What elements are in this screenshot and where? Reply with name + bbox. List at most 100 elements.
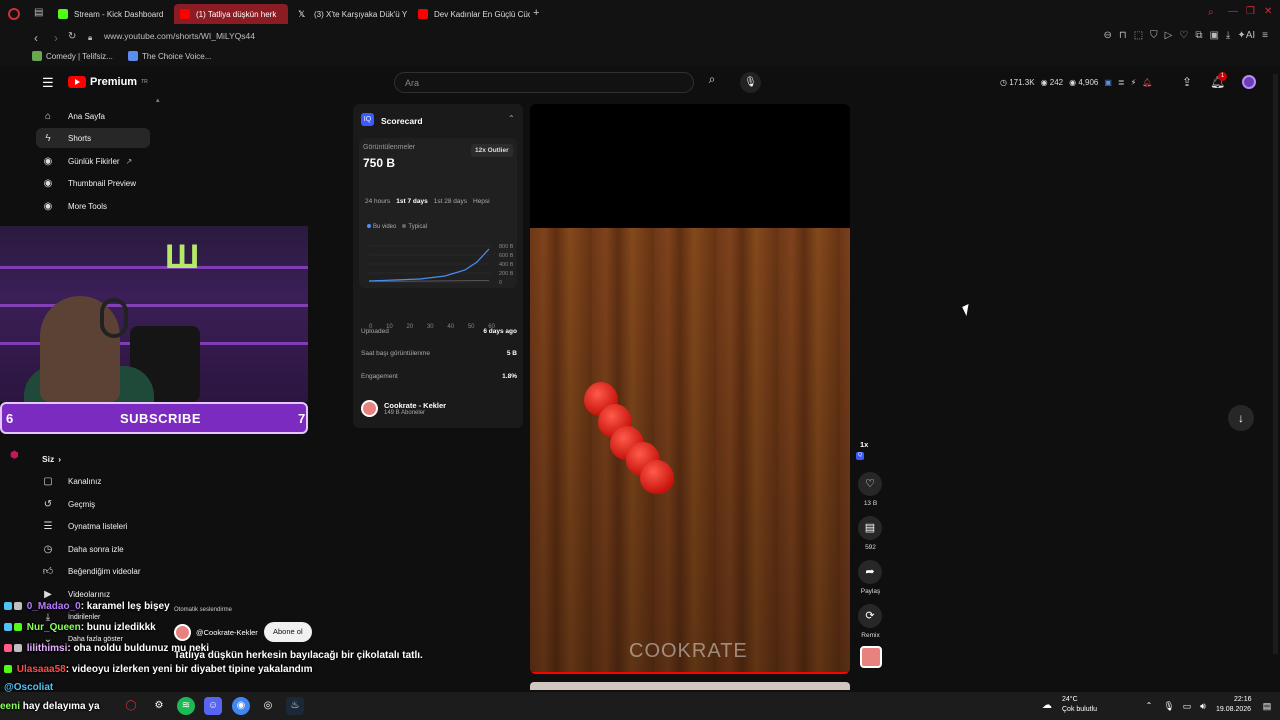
opera-taskbar-icon[interactable]: ◯: [122, 697, 140, 715]
sidebar-item-daily-ideas[interactable]: ◉ Günlük Fikirler ↗: [36, 151, 150, 171]
next-short-preview[interactable]: [530, 682, 850, 690]
clock-time[interactable]: 22:16: [1234, 696, 1252, 703]
bookmark-choice-voice[interactable]: The Choice Voice...: [128, 51, 211, 61]
channel-avatar[interactable]: [174, 624, 191, 641]
sidebar-item-liked-videos[interactable]: 👍︎ Beğendiğim videolar: [36, 561, 141, 581]
play-icon[interactable]: ▷: [1165, 30, 1173, 41]
bolt-icon[interactable]: ⚡︎: [1131, 78, 1137, 87]
sound-thumbnail[interactable]: [860, 646, 882, 668]
sidebar-item-playlists[interactable]: ☰ Oynatma listeleri: [36, 516, 128, 536]
sidebar-item-your-channel[interactable]: ▢ Kanalınız: [36, 471, 101, 491]
headphones-icon: [100, 298, 128, 338]
sidebar-item-home[interactable]: ⌂ Ana Sayfa: [36, 106, 150, 126]
hamburger-menu-icon[interactable]: ☰: [42, 75, 54, 91]
share-icon[interactable]: ➦: [858, 560, 882, 584]
vidiq-mini-icon: Q: [856, 452, 864, 460]
puzzle-icon[interactable]: ⧉: [1195, 30, 1202, 41]
back-icon[interactable]: ‹: [34, 31, 38, 45]
comment-icon[interactable]: ▤: [858, 516, 882, 540]
spotify-icon[interactable]: ≋: [177, 697, 195, 715]
screenshot-icon[interactable]: ⬚: [1134, 30, 1143, 41]
new-tab-button[interactable]: +: [533, 7, 539, 19]
comment-action[interactable]: ▤ 592: [858, 516, 883, 551]
extension-circle-icon: ◉: [43, 177, 53, 189]
next-video-arrow-icon[interactable]: ↓: [1228, 405, 1254, 431]
discord-icon[interactable]: ☺: [204, 697, 222, 715]
heart-icon[interactable]: ♡: [1179, 30, 1188, 41]
microphone-icon[interactable]: 🎙︎: [740, 72, 761, 93]
subscribe-button[interactable]: Abone ol: [264, 622, 312, 642]
scroll-up-icon[interactable]: ▴: [156, 96, 160, 104]
sidebar-item-history[interactable]: ↺ Geçmiş: [36, 494, 95, 514]
youtube-premium-logo[interactable]: Premium TR: [68, 76, 148, 88]
home-icon: ⌂: [44, 110, 52, 122]
tray-expand-icon[interactable]: ⌃: [1140, 697, 1158, 715]
like-action[interactable]: ♡ 13 B: [858, 472, 883, 507]
remix-icon[interactable]: ⟳: [858, 604, 882, 628]
avatar[interactable]: [1242, 75, 1256, 89]
scorecard-channel[interactable]: Cookrate - Kekler 149 B Aboneler: [361, 400, 446, 417]
tab-menu-icon[interactable]: ▤: [34, 7, 43, 18]
menu-icon[interactable]: ≡: [1262, 30, 1268, 41]
chat-badge-icon: [14, 644, 22, 653]
tab-all[interactable]: Hepsi: [473, 198, 490, 205]
legend-this-video: Bu video: [367, 224, 396, 230]
sidebar-item-watch-later[interactable]: ◷ Daha sonra izle: [36, 539, 124, 559]
forward-icon[interactable]: ›: [54, 31, 58, 45]
minimize-icon[interactable]: —: [1228, 6, 1238, 17]
chrome-icon[interactable]: ◉: [232, 697, 250, 715]
scrollbar[interactable]: [1273, 74, 1278, 654]
video-progress-fill: [530, 672, 850, 674]
search-icon[interactable]: ⌕: [698, 72, 726, 93]
upload-icon[interactable]: ⇪: [1182, 75, 1192, 89]
url-field[interactable]: www.youtube.com/shorts/WI_MiLYQs44: [104, 31, 255, 41]
search-tabs-icon[interactable]: ⌕: [1208, 7, 1214, 18]
wallet-icon[interactable]: ▣: [1209, 30, 1218, 41]
channel-handle[interactable]: @Cookrate-Kekler: [196, 628, 258, 637]
shorts-video-player[interactable]: COOKRATE: [530, 104, 850, 674]
maximize-icon[interactable]: ❐: [1246, 6, 1255, 17]
zoom-icon[interactable]: ⊖: [1103, 30, 1111, 41]
tab-youtube-active[interactable]: (1) Tatliya düşkün herk: [174, 4, 288, 24]
obs-icon[interactable]: ◎: [259, 697, 277, 715]
youtube-header: ☰ Premium TR Ara ⌕ 🎙︎ ◷ 171.3K ◉ 242 ◉ 4…: [0, 66, 1280, 100]
tab-youtube-2[interactable]: Dev Kadınlar En Güçlü Cüc: [412, 4, 530, 24]
steam-icon[interactable]: ♨: [286, 697, 304, 715]
share-action[interactable]: ➦ Paylaş: [858, 560, 883, 595]
browser-tab-bar: ▤ Stream - Kick Dashboard (1) Tatliya dü…: [0, 0, 1280, 28]
tab-x[interactable]: 𝕏 (3) X'te Karşıyaka Dük'ü Y: [292, 4, 410, 24]
video-progress-bar[interactable]: [530, 672, 850, 674]
vidiq-icon: IQ: [361, 113, 374, 126]
heart-icon[interactable]: ♡: [858, 472, 882, 496]
shield-icon[interactable]: ⛉: [1150, 30, 1158, 41]
reload-icon[interactable]: ↻: [68, 31, 76, 42]
sidebar-item-shorts[interactable]: ϟ Shorts: [36, 128, 150, 148]
tab-kick-dashboard[interactable]: Stream - Kick Dashboard: [52, 4, 170, 24]
search-input[interactable]: Ara: [394, 72, 694, 93]
bookmark-comedy[interactable]: Comedy | Telifsiz...: [32, 51, 113, 61]
collapse-chevron-icon[interactable]: ⌃: [508, 114, 515, 123]
chat-message: lilithimsi: oha noldu buldunuz mu neki: [4, 643, 209, 654]
download-icon[interactable]: ⤓: [1226, 30, 1230, 41]
tab-first-7-days[interactable]: 1st 7 days: [396, 198, 427, 205]
settings-taskbar-icon[interactable]: ⚙: [150, 697, 168, 715]
bookmark-icon[interactable]: ⊓: [1119, 30, 1127, 41]
sidebar-item-more-tools[interactable]: ◉ More Tools: [36, 196, 150, 216]
sidebar-you-header[interactable]: Siz ›: [36, 449, 61, 469]
mic-tray-icon[interactable]: 🎙︎: [1160, 697, 1178, 715]
sidebar-item-thumbnail-preview[interactable]: ◉ Thumbnail Preview: [36, 173, 150, 193]
playback-speed[interactable]: 1x: [860, 440, 868, 449]
opera-logo-icon[interactable]: [8, 8, 20, 20]
volume-icon[interactable]: 🔊︎: [1194, 697, 1212, 715]
close-window-icon[interactable]: ✕: [1264, 6, 1272, 17]
tab-24-hours[interactable]: 24 hours: [365, 198, 390, 205]
bell-ext-icon[interactable]: 🔔︎: [1142, 78, 1152, 87]
list-icon[interactable]: ≣: [1118, 78, 1125, 87]
chat-message: Ulasaaa58: videoyu izlerken yeni bir diy…: [4, 664, 312, 675]
remix-action[interactable]: ⟳ Remix: [858, 604, 883, 639]
notification-center-icon[interactable]: ▤: [1258, 697, 1276, 715]
tab-first-28-days[interactable]: 1st 28 days: [434, 198, 467, 205]
vidiq-icon[interactable]: ▣: [1104, 78, 1112, 87]
ai-icon[interactable]: ✦AI: [1237, 30, 1255, 41]
clock-date[interactable]: 19.08.2026: [1216, 706, 1251, 713]
